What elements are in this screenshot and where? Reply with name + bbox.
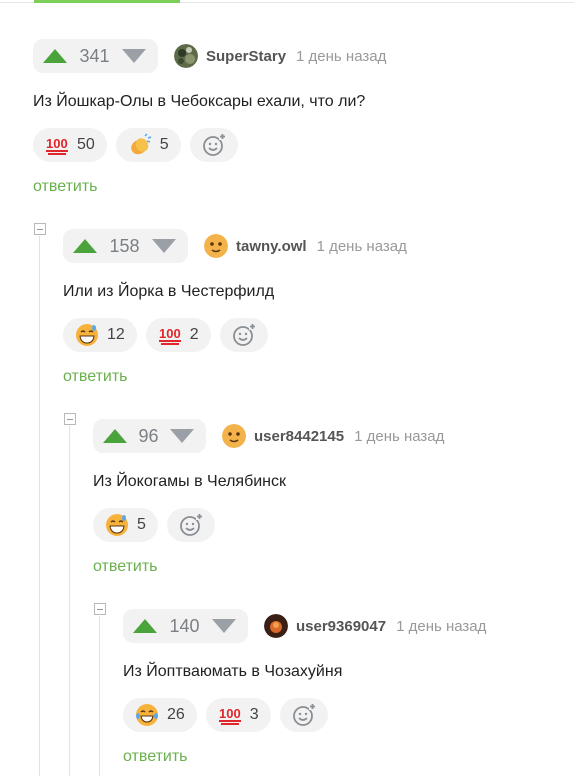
vote-widget: 96 — [93, 419, 206, 453]
reaction-button[interactable]: 100 3 — [205, 698, 271, 732]
add-reaction-button[interactable] — [279, 698, 328, 732]
thread-line — [39, 236, 40, 776]
reaction-button[interactable]: 5 — [115, 128, 181, 162]
reply-link[interactable]: ответить — [63, 368, 407, 388]
author-name[interactable]: user9369047 — [296, 618, 386, 635]
reaction-count: 50 — [77, 136, 95, 153]
collapse-thread-button[interactable] — [94, 603, 106, 615]
reactions-bar: 5 — [93, 508, 444, 542]
comment-score: 341 — [79, 45, 110, 66]
downvote-button[interactable] — [211, 619, 236, 633]
add-reaction-icon — [292, 703, 316, 726]
reaction-button[interactable]: 5 — [93, 508, 158, 542]
add-reaction-button[interactable] — [219, 318, 268, 352]
comment-score: 158 — [109, 235, 140, 256]
downvote-button[interactable] — [151, 239, 176, 253]
author-avatar[interactable] — [204, 234, 228, 258]
comment: 140 user9369047 1 день назад Из Йоптваюм… — [123, 609, 486, 768]
comment-time[interactable]: 1 день назад — [354, 428, 444, 445]
grinning-sweat-icon — [75, 323, 99, 347]
author-name[interactable]: SuperStary — [206, 48, 286, 65]
reactions-bar: 100 50 5 — [33, 128, 386, 162]
vote-widget: 140 — [123, 609, 248, 643]
reply-link[interactable]: ответить — [93, 558, 444, 578]
hundred-points-icon: 100 — [45, 133, 69, 157]
reactions-bar: 26 100 3 — [123, 698, 486, 732]
add-reaction-icon — [180, 513, 203, 536]
hundred-points-icon: 100 — [158, 323, 182, 347]
author-avatar[interactable] — [174, 44, 198, 68]
comment-time[interactable]: 1 день назад — [296, 48, 386, 65]
add-reaction-icon — [202, 133, 226, 156]
comment-time[interactable]: 1 день назад — [396, 618, 486, 635]
comment-score: 96 — [138, 425, 159, 446]
author-avatar[interactable] — [264, 614, 288, 638]
add-reaction-button[interactable] — [189, 128, 238, 162]
comment: 96 user8442145 1 день назад Из Йокогамы … — [93, 419, 444, 578]
comment: 158 tawny.owl 1 день назад Или из Йорка … — [63, 229, 407, 388]
reply-link[interactable]: ответить — [33, 178, 386, 198]
reaction-count: 26 — [167, 706, 185, 723]
comment-text: Из Йоптваюмать в Чозахуйня — [123, 663, 343, 680]
reaction-count: 5 — [137, 516, 146, 533]
active-tab-indicator — [34, 0, 180, 3]
reaction-count: 5 — [159, 136, 169, 153]
clapping-hands-icon — [128, 133, 152, 157]
reaction-button[interactable]: 26 — [123, 698, 197, 732]
svg-text:100: 100 — [159, 326, 181, 341]
reaction-button[interactable]: 100 50 — [33, 128, 107, 162]
upvote-button[interactable] — [133, 619, 157, 633]
svg-text:100: 100 — [219, 706, 241, 721]
grinning-sweat-icon — [105, 513, 129, 537]
reaction-count: 3 — [249, 706, 259, 723]
add-reaction-icon — [232, 323, 256, 346]
thread-line — [69, 426, 70, 776]
comment: 341 SuperStary 1 день назад Из Йошкар-Ол… — [33, 39, 386, 198]
comment-score: 140 — [169, 615, 200, 636]
vote-widget: 158 — [63, 229, 188, 263]
downvote-button[interactable] — [121, 49, 146, 63]
upvote-button[interactable] — [103, 429, 127, 443]
vote-widget: 341 — [33, 39, 158, 73]
tears-of-joy-icon — [135, 703, 159, 727]
reaction-button[interactable]: 12 — [63, 318, 137, 352]
reaction-button[interactable]: 100 2 — [145, 318, 211, 352]
upvote-button[interactable] — [43, 49, 67, 63]
comment-text: Из Йокогамы в Челябинск — [93, 473, 286, 490]
comment-text: Из Йошкар-Олы в Чебоксары ехали, что ли? — [33, 93, 366, 110]
hundred-points-icon: 100 — [218, 703, 242, 727]
reaction-count: 12 — [107, 326, 125, 343]
thread-line — [99, 616, 100, 776]
author-name[interactable]: user8442145 — [254, 428, 344, 445]
comment-text: Или из Йорка в Честерфилд — [63, 283, 275, 300]
add-reaction-button[interactable] — [166, 508, 215, 542]
comment-time[interactable]: 1 день назад — [317, 238, 407, 255]
downvote-button[interactable] — [170, 429, 194, 443]
author-name[interactable]: tawny.owl — [236, 238, 307, 255]
reactions-bar: 12 100 2 — [63, 318, 407, 352]
reply-link[interactable]: ответить — [123, 748, 486, 768]
upvote-button[interactable] — [73, 239, 97, 253]
collapse-thread-button[interactable] — [64, 413, 76, 425]
author-avatar[interactable] — [222, 424, 246, 448]
reaction-count: 2 — [189, 326, 199, 343]
svg-text:100: 100 — [46, 136, 68, 151]
collapse-thread-button[interactable] — [34, 223, 46, 235]
